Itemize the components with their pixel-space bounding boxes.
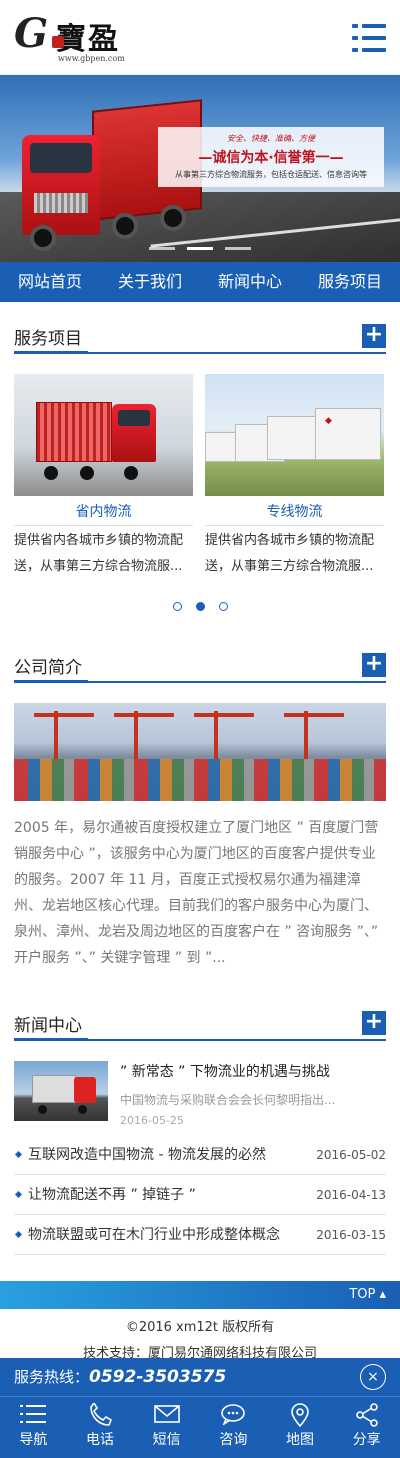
news-featured-date: 2016-05-25 — [120, 1114, 184, 1127]
phone-icon — [67, 1397, 134, 1427]
banner-dot[interactable] — [225, 247, 251, 250]
banner-slogan-box: 安全、快捷、准确、方便 —诚信为本·信誉第一— 从事第三方综合物流服务，包括仓运… — [158, 127, 384, 187]
news-item-date: 2016-03-15 — [316, 1228, 386, 1242]
news-item-date: 2016-05-02 — [316, 1148, 386, 1162]
header: G 寶盈 www.gbpen.com — [0, 0, 400, 75]
bottom-nav-map[interactable]: 地图 — [267, 1397, 334, 1458]
banner-subtitle: 从事第三方综合物流服务，包括仓运配送、信息咨询等 — [175, 170, 367, 179]
service-image — [14, 374, 193, 496]
nav-about[interactable]: 关于我们 — [100, 262, 200, 302]
news-featured-desc: 中国物流与采购联合会会长何黎明指出... — [120, 1093, 336, 1107]
hotline-label: 服务热线： — [14, 1368, 90, 1386]
services-pagination — [14, 596, 386, 615]
news-list-item[interactable]: 互联网改造中国物流 - 物流发展的必然 2016-05-02 — [14, 1135, 386, 1175]
services-more-button[interactable]: + — [362, 324, 386, 348]
about-heading: 公司简介 + — [14, 653, 386, 683]
service-image: ◆ — [205, 374, 384, 496]
logo[interactable]: G 寶盈 www.gbpen.com — [14, 10, 134, 66]
service-desc: 提供省内各城市乡镇的物流配送，从事第三方综合物流服... — [205, 533, 375, 574]
news-item-title[interactable]: 让物流配送不再 ” 掉链子 ” — [28, 1187, 196, 1203]
bottom-nav: 导航 电话 短信 咨询 地图 分享 — [0, 1396, 400, 1458]
banner-tags: 安全、快捷、准确、方便 — [227, 134, 315, 143]
service-name[interactable]: 省内物流 — [14, 501, 193, 526]
services-dot[interactable] — [218, 602, 228, 611]
bottom-nav-menu[interactable]: 导航 — [0, 1397, 67, 1458]
news-title: 新闻中心 — [14, 1011, 88, 1041]
services-dot[interactable] — [172, 602, 182, 611]
logo-url: www.gbpen.com — [58, 54, 125, 63]
service-card[interactable]: ◆ 专线物流 提供省内各城市乡镇的物流配送，从事第三方综合物流服... — [205, 374, 384, 580]
bottom-nav-label: 短信 — [152, 1432, 181, 1448]
bottom-nav-label: 咨询 — [219, 1432, 248, 1448]
main-nav: 网站首页 关于我们 新闻中心 服务项目 — [0, 262, 400, 302]
banner-slogan: —诚信为本·信誉第一— — [198, 150, 344, 166]
news-list-item[interactable]: 物流联盟或可在木门行业中形成整体概念 2016-03-15 — [14, 1215, 386, 1255]
news-section: 新闻中心 + ” 新常态 ” 下物流业的机遇与挑战 中国物流与采购联合会会长何黎… — [0, 1011, 400, 1255]
bottom-nav-phone[interactable]: 电话 — [67, 1397, 134, 1458]
logo-chinese: 寶盈 — [56, 22, 120, 57]
banner-truck-windshield — [30, 143, 92, 173]
service-desc: 提供省内各城市乡镇的物流配送，从事第三方综合物流服... — [14, 533, 184, 574]
news-item-date: 2016-04-13 — [316, 1188, 386, 1202]
services-section: 服务项目 + 省内物流 提供省内各城市乡镇的物流配送，从事第三方综合物流服... — [0, 324, 400, 615]
nav-services[interactable]: 服务项目 — [300, 262, 400, 302]
close-icon[interactable]: × — [360, 1364, 386, 1390]
services-title: 服务项目 — [14, 324, 88, 354]
mail-icon — [133, 1397, 200, 1427]
about-title: 公司简介 — [14, 653, 88, 683]
news-more-button[interactable]: + — [362, 1011, 386, 1035]
news-list-item[interactable]: 让物流配送不再 ” 掉链子 ” 2016-04-13 — [14, 1175, 386, 1215]
hotline[interactable]: 服务热线：0592-3503575 — [14, 1366, 226, 1387]
news-featured-image — [14, 1061, 108, 1121]
menu-icon — [0, 1397, 67, 1427]
top-bar: TOP ▴ — [0, 1281, 400, 1309]
hotline-number[interactable]: 0592-3503575 — [89, 1367, 226, 1387]
share-icon — [333, 1397, 400, 1427]
news-featured-body: ” 新常态 ” 下物流业的机遇与挑战 中国物流与采购联合会会长何黎明指出... … — [120, 1061, 386, 1127]
logo-seal-icon — [52, 36, 64, 48]
nav-home[interactable]: 网站首页 — [0, 262, 100, 302]
logo-letter: G — [14, 10, 49, 57]
banner-wheel — [160, 205, 186, 231]
news-item-title[interactable]: 物流联盟或可在木门行业中形成整体概念 — [28, 1227, 280, 1243]
hotline-bar: 服务热线：0592-3503575 × — [0, 1358, 400, 1396]
map-pin-icon — [267, 1397, 334, 1428]
banner-slider[interactable]: 安全、快捷、准确、方便 —诚信为本·信誉第一— 从事第三方综合物流服务，包括仓运… — [0, 75, 400, 262]
service-card[interactable]: 省内物流 提供省内各城市乡镇的物流配送，从事第三方综合物流服... — [14, 374, 193, 580]
about-text: 2005 年，易尔通被百度授权建立了厦门地区 ” 百度厦门营销服务中心 ”，该服… — [14, 820, 379, 966]
news-heading: 新闻中心 + — [14, 1011, 386, 1041]
banner-dot[interactable] — [149, 247, 175, 250]
about-section: 公司简介 + 2005 年，易尔通被百度授权建立了厦门地区 ” 百度厦门营销服务… — [0, 653, 400, 971]
news-list: 互联网改造中国物流 - 物流发展的必然 2016-05-02 让物流配送不再 ”… — [14, 1135, 386, 1255]
page: G 寶盈 www.gbpen.com 安全、快捷、准确、方便 —诚信为本·信誉第… — [0, 0, 400, 1458]
chat-icon — [200, 1397, 267, 1427]
services-heading: 服务项目 + — [14, 324, 386, 354]
banner-dot-active[interactable] — [187, 247, 213, 250]
services-dot-active[interactable] — [195, 602, 205, 611]
menu-icon[interactable] — [352, 24, 386, 52]
banner-pagination — [0, 235, 400, 254]
bottom-nav-label: 导航 — [19, 1432, 48, 1448]
back-to-top-button[interactable]: TOP ▴ — [349, 1281, 386, 1309]
nav-news[interactable]: 新闻中心 — [200, 262, 300, 302]
bottom-nav-label: 分享 — [352, 1432, 381, 1448]
services-list: 省内物流 提供省内各城市乡镇的物流配送，从事第三方综合物流服... ◆ 专线物流… — [14, 374, 386, 580]
news-featured-title[interactable]: ” 新常态 ” 下物流业的机遇与挑战 — [120, 1061, 386, 1081]
news-featured[interactable]: ” 新常态 ” 下物流业的机遇与挑战 中国物流与采购联合会会长何黎明指出... … — [14, 1061, 386, 1127]
about-more-button[interactable]: + — [362, 653, 386, 677]
service-name[interactable]: 专线物流 — [205, 501, 384, 526]
copyright: ©2016 xm12t 版权所有 — [125, 1320, 275, 1335]
banner-truck-grill — [34, 193, 88, 213]
bottom-nav-share[interactable]: 分享 — [333, 1397, 400, 1458]
bottom-nav-sms[interactable]: 短信 — [133, 1397, 200, 1458]
bottom-nav-consult[interactable]: 咨询 — [200, 1397, 267, 1458]
bottom-nav-label: 电话 — [86, 1432, 114, 1448]
news-item-title[interactable]: 互联网改造中国物流 - 物流发展的必然 — [28, 1147, 266, 1163]
bottom-nav-label: 地图 — [286, 1432, 315, 1448]
about-image — [14, 703, 386, 801]
